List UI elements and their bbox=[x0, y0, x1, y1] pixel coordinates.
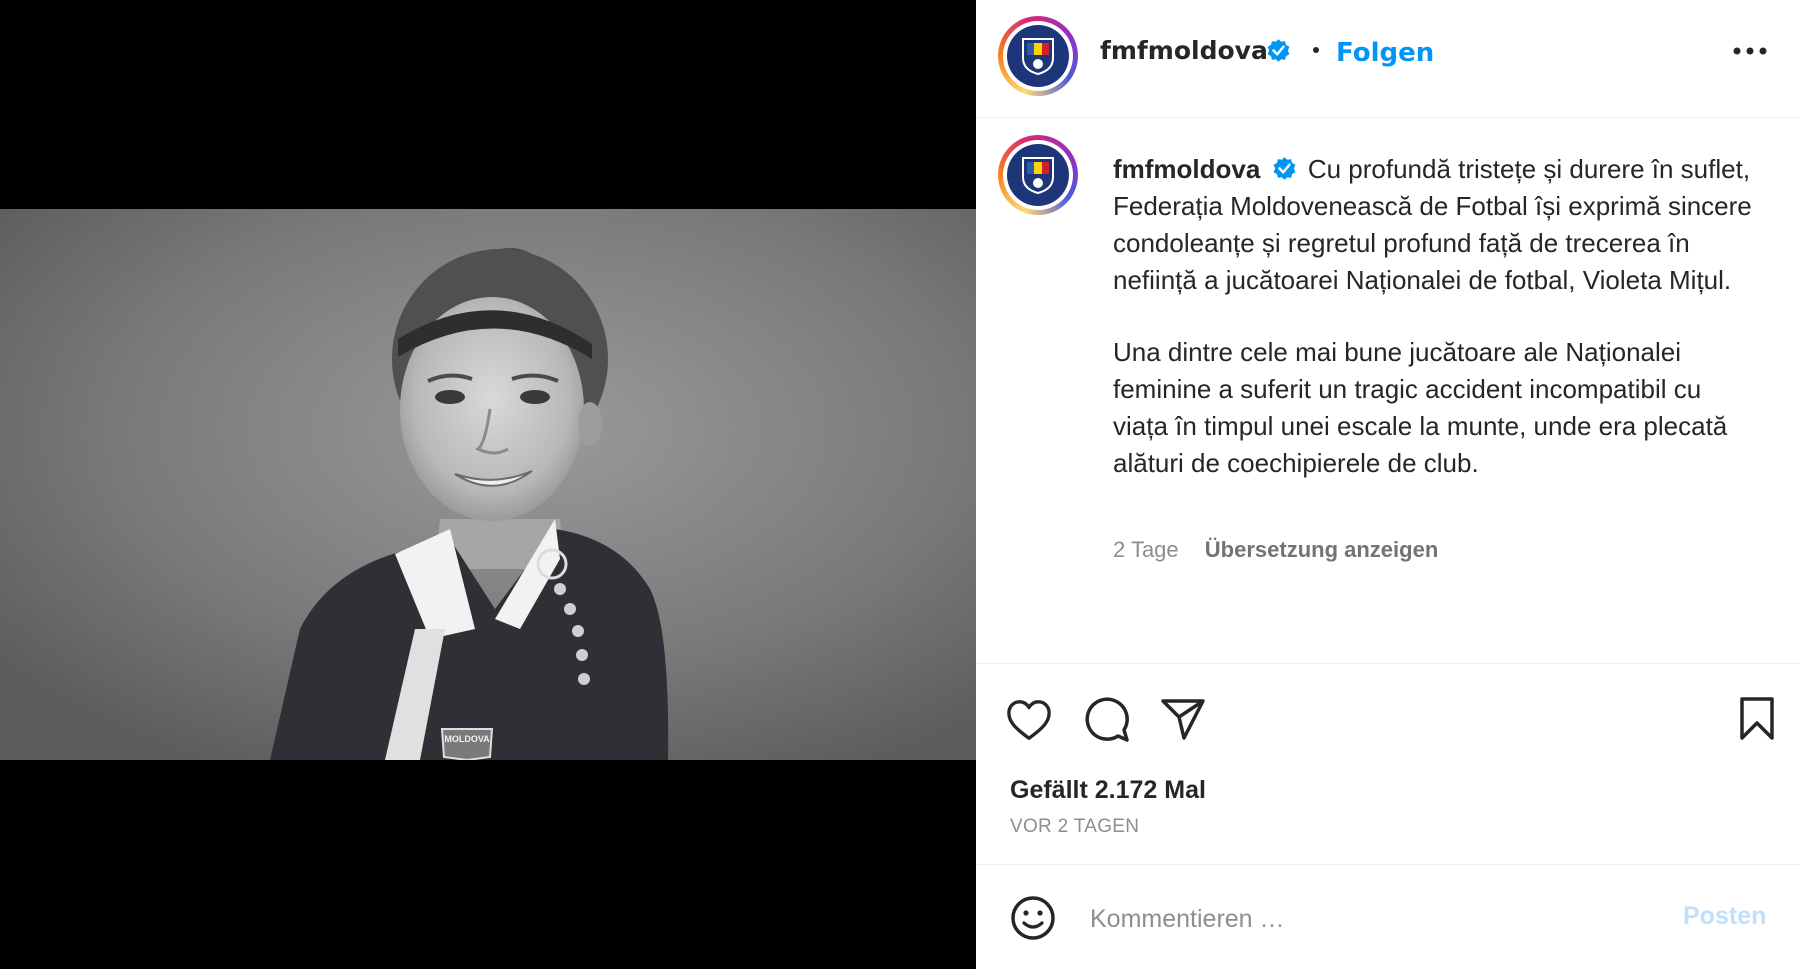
action-bar: Gefällt 2.172 Mal VOR 2 TAGEN bbox=[976, 664, 1800, 865]
post-photo[interactable]: MOLDOVA bbox=[0, 209, 976, 760]
verified-badge-icon bbox=[1267, 39, 1290, 62]
fmf-logo-icon bbox=[1007, 25, 1069, 87]
share-icon[interactable] bbox=[1160, 697, 1206, 741]
caption-section: fmfmoldova Cu profundă tristețe și durer… bbox=[976, 117, 1800, 664]
fmf-logo-icon bbox=[1007, 144, 1069, 206]
header-username[interactable]: fmfmoldova bbox=[1100, 36, 1268, 65]
post-timestamp: VOR 2 TAGEN bbox=[1010, 816, 1140, 837]
emoji-icon[interactable] bbox=[1010, 895, 1056, 941]
caption-meta: 2 Tage Übersetzung anzeigen bbox=[1113, 537, 1438, 563]
post-media: MOLDOVA bbox=[0, 0, 976, 969]
caption-avatar[interactable] bbox=[998, 135, 1078, 215]
post-comment-button[interactable]: Posten bbox=[1683, 902, 1766, 931]
comment-icon[interactable] bbox=[1084, 697, 1130, 743]
comment-input[interactable] bbox=[1088, 895, 1652, 943]
comment-bar: Posten bbox=[976, 865, 1800, 969]
post-side-panel: fmfmoldova Folgen fmfmoldova Cu profundă… bbox=[976, 0, 1800, 969]
likes-count[interactable]: Gefällt 2.172 Mal bbox=[1010, 776, 1206, 805]
follow-button[interactable]: Folgen bbox=[1336, 38, 1434, 68]
heart-icon[interactable] bbox=[1006, 698, 1052, 742]
bookmark-icon[interactable] bbox=[1738, 696, 1776, 742]
more-options-icon[interactable] bbox=[1732, 44, 1768, 58]
caption-username[interactable]: fmfmoldova bbox=[1113, 154, 1260, 184]
caption-paragraph-2: Una dintre cele mai bune jucătoare ale N… bbox=[1113, 337, 1728, 478]
translate-button[interactable]: Übersetzung anzeigen bbox=[1205, 537, 1438, 562]
avatar[interactable] bbox=[998, 16, 1078, 96]
post-age: 2 Tage bbox=[1113, 537, 1179, 562]
post-header: fmfmoldova Folgen bbox=[976, 0, 1800, 118]
caption-text: fmfmoldova Cu profundă tristețe și durer… bbox=[1113, 151, 1763, 482]
verified-badge-icon bbox=[1273, 157, 1296, 180]
player-portrait-illustration: MOLDOVA bbox=[0, 209, 976, 760]
separator-dot bbox=[1313, 47, 1319, 53]
jersey-crest-text: MOLDOVA bbox=[444, 734, 490, 744]
